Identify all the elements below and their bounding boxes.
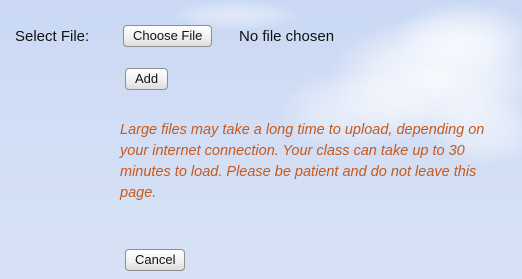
upload-warning-text: Large files may take a long time to uplo… — [120, 122, 485, 201]
upload-form: Select File: Choose File No file chosen … — [0, 0, 522, 279]
cancel-button[interactable]: Cancel — [125, 249, 186, 271]
add-button[interactable]: Add — [125, 68, 169, 90]
file-status-text: No file chosen — [239, 28, 335, 45]
select-file-label: Select File: — [15, 28, 90, 45]
choose-file-button[interactable]: Choose File — [123, 25, 213, 47]
